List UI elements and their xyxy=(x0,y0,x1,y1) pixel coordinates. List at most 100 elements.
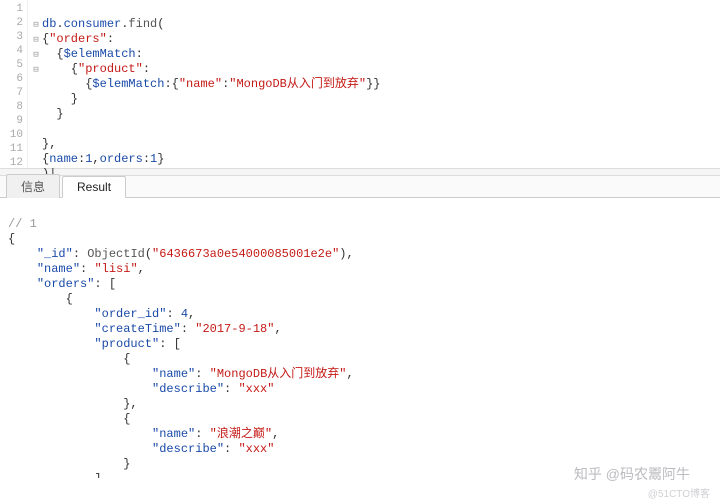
code-token: "name" xyxy=(179,77,222,91)
result-token: : [ xyxy=(94,277,116,291)
result-line: { xyxy=(8,292,712,307)
result-token: "6436673a0e54000085001e2e" xyxy=(152,247,339,261)
result-token: "name" xyxy=(37,262,80,276)
line-gutter: 123456789101112 xyxy=(0,0,28,168)
result-token: "MongoDB从入门到放弃" xyxy=(210,367,347,381)
result-token: { xyxy=(8,412,130,426)
result-line: "orders": [ xyxy=(8,277,712,292)
code-line[interactable] xyxy=(32,122,380,137)
result-token: : xyxy=(181,322,195,336)
code-token: , xyxy=(92,152,99,166)
result-token: "lisi" xyxy=(94,262,137,276)
code-token: : xyxy=(143,62,150,76)
code-token: name xyxy=(49,152,78,166)
result-line: { xyxy=(8,412,712,427)
code-line[interactable]: ⊟ {$elemMatch: xyxy=(32,47,380,62)
code-token: { xyxy=(42,77,92,91)
result-token: : [ xyxy=(159,337,181,351)
code-area[interactable]: ⊟db.consumer.find(⊟{"orders":⊟ {$elemMat… xyxy=(28,0,380,168)
line-number: 6 xyxy=(0,72,23,86)
result-token: : xyxy=(80,262,94,276)
result-token: "xxx" xyxy=(238,442,274,456)
result-token xyxy=(8,322,94,336)
result-token: : xyxy=(195,427,209,441)
code-token: "product" xyxy=(78,62,143,76)
code-line[interactable]: ⊟{"orders": xyxy=(32,32,380,47)
result-line: "createTime": "2017-9-18", xyxy=(8,322,712,337)
result-token: } xyxy=(8,457,130,471)
result-token: , xyxy=(138,262,145,276)
code-token: : xyxy=(136,47,143,61)
result-line: { xyxy=(8,352,712,367)
result-line: ] xyxy=(8,472,712,478)
result-token xyxy=(8,442,152,456)
result-token: ( xyxy=(145,247,152,261)
result-token: : xyxy=(224,442,238,456)
fold-icon[interactable]: ⊟ xyxy=(32,48,40,62)
code-editor[interactable]: 123456789101112 ⊟db.consumer.find(⊟{"ord… xyxy=(0,0,720,168)
result-line: "order_id": 4, xyxy=(8,307,712,322)
result-token: "product" xyxy=(94,337,159,351)
code-line[interactable]: } xyxy=(32,92,380,107)
result-count-comment: // 1 xyxy=(8,217,712,232)
fold-icon xyxy=(32,138,40,152)
result-token: { xyxy=(8,232,15,246)
line-number: 2 xyxy=(0,16,23,30)
result-token: "describe" xyxy=(152,382,224,396)
code-token: db xyxy=(42,17,56,31)
code-token: } xyxy=(42,92,78,106)
line-number: 5 xyxy=(0,58,23,72)
code-token: }} xyxy=(366,77,380,91)
code-token: $elemMatch xyxy=(64,47,136,61)
result-token: "order_id" xyxy=(94,307,166,321)
code-token: { xyxy=(42,62,78,76)
line-number: 1 xyxy=(0,2,23,16)
line-number: 9 xyxy=(0,114,23,128)
code-line[interactable]: }, xyxy=(32,137,380,152)
tab-info[interactable]: 信息 xyxy=(6,174,60,198)
tab-result[interactable]: Result xyxy=(62,176,126,198)
result-line: } xyxy=(8,457,712,472)
code-line[interactable]: } xyxy=(32,107,380,122)
result-token: , xyxy=(346,367,353,381)
result-token xyxy=(8,307,94,321)
line-number: 12 xyxy=(0,156,23,170)
code-line[interactable]: ⊟db.consumer.find( xyxy=(32,17,380,32)
code-token: $elemMatch xyxy=(92,77,164,91)
code-line[interactable]: ⊟ {"product": xyxy=(32,62,380,77)
result-token xyxy=(8,277,37,291)
code-token: { xyxy=(42,47,64,61)
result-line: "name": "浪潮之巅", xyxy=(8,427,712,442)
code-token: }, xyxy=(42,137,56,151)
code-token: : xyxy=(143,152,150,166)
result-token xyxy=(8,337,94,351)
code-line[interactable]: {name:1,orders:1} xyxy=(32,152,380,167)
result-token: "createTime" xyxy=(94,322,180,336)
result-pane[interactable]: // 1{ "_id": ObjectId("6436673a0e5400008… xyxy=(0,198,720,478)
result-token: : xyxy=(73,247,87,261)
result-line: "describe": "xxx" xyxy=(8,442,712,457)
result-token xyxy=(8,427,152,441)
result-token: ObjectId xyxy=(87,247,145,261)
code-token: } xyxy=(42,107,64,121)
result-token: , xyxy=(272,427,279,441)
fold-icon[interactable]: ⊟ xyxy=(32,18,40,32)
line-number: 11 xyxy=(0,142,23,156)
code-token: find xyxy=(128,17,157,31)
fold-icon xyxy=(32,123,40,137)
fold-icon xyxy=(32,93,40,107)
result-token: "name" xyxy=(152,367,195,381)
fold-icon[interactable]: ⊟ xyxy=(32,63,40,77)
code-token: orders xyxy=(100,152,143,166)
result-token: "浪潮之巅" xyxy=(210,427,272,441)
result-line: }, xyxy=(8,397,712,412)
code-line[interactable]: {$elemMatch:{"name":"MongoDB从入门到放弃"}} xyxy=(32,77,380,92)
fold-icon xyxy=(32,108,40,122)
result-line: "describe": "xxx" xyxy=(8,382,712,397)
fold-icon[interactable]: ⊟ xyxy=(32,33,40,47)
code-line[interactable] xyxy=(32,2,380,17)
result-token: "2017-9-18" xyxy=(195,322,274,336)
result-token: ] xyxy=(8,472,102,478)
result-token: , xyxy=(188,307,195,321)
code-token: . xyxy=(56,17,63,31)
